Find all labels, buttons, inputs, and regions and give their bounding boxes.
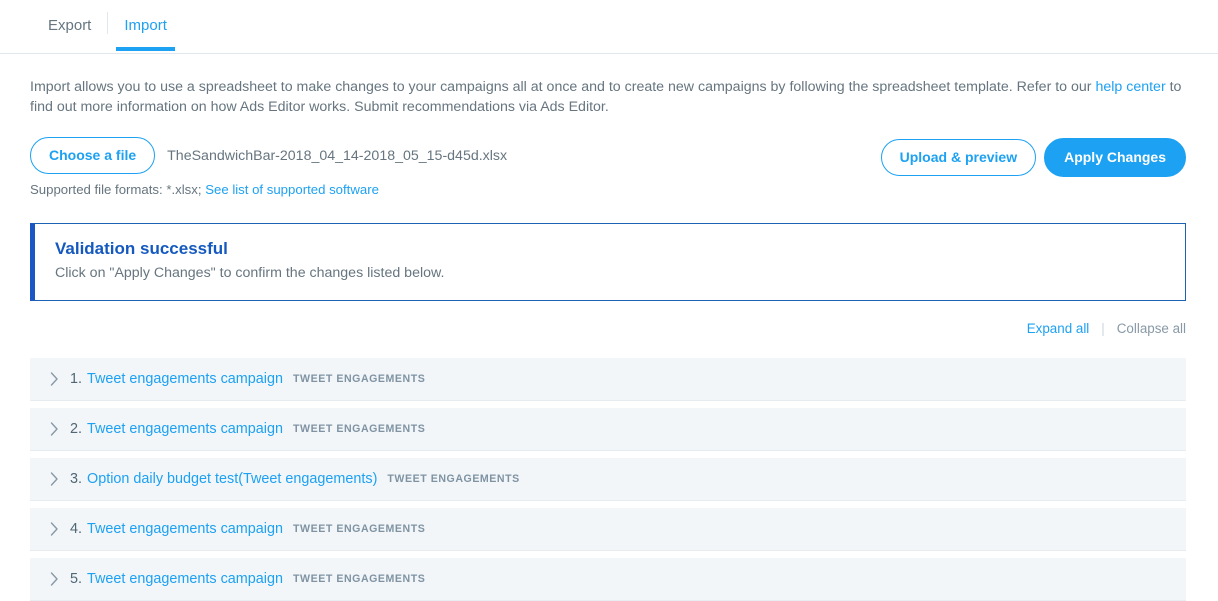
campaign-row-objective: TWEET ENGAGEMENTS (293, 423, 426, 435)
help-center-link[interactable]: help center (1095, 79, 1165, 95)
expand-collapse-controls: Expand all | Collapse all (30, 321, 1186, 336)
campaign-list: 1. Tweet engagements campaign TWEET ENGAGE… (30, 358, 1186, 601)
chevron-right-icon[interactable] (46, 521, 62, 537)
validation-banner-title: Validation successful (55, 239, 228, 258)
supported-formats-text: Supported file formats: *.xlsx; (30, 182, 206, 197)
campaign-row-name[interactable]: Option daily budget test(Tweet engagemen… (87, 471, 377, 487)
action-buttons: Upload & preview Apply Changes (880, 137, 1186, 177)
validation-banner: Validation successful Click on "Apply Ch… (30, 223, 1186, 301)
choose-file-button[interactable]: Choose a file (30, 137, 156, 174)
intro-paragraph: Import allows you to use a spreadsheet t… (30, 77, 1186, 117)
intro-text-part1: Import allows you to use a spreadsheet t… (30, 79, 1096, 95)
campaign-row-number: 4. (70, 521, 83, 537)
campaign-row-number: 3. (70, 471, 83, 487)
campaign-row-objective: TWEET ENGAGEMENTS (387, 473, 520, 485)
tab-export[interactable]: Export (32, 0, 107, 50)
campaign-row[interactable]: 5. Tweet engagements campaign TWEET ENGAGE… (30, 558, 1186, 601)
campaign-row[interactable]: 2. Tweet engagements campaign TWEET ENGAGE… (30, 408, 1186, 451)
campaign-row-name[interactable]: Tweet engagements campaign (87, 371, 283, 387)
apply-changes-button[interactable]: Apply Changes (1044, 138, 1186, 177)
campaign-row[interactable]: 1. Tweet engagements campaign TWEET ENGAGE… (30, 358, 1186, 401)
campaign-row-number: 1. (70, 371, 83, 387)
selected-filename: TheSandwichBar-2018_04_14-2018_05_15-d45… (167, 147, 508, 164)
chevron-right-icon[interactable] (46, 571, 62, 587)
collapse-all-link[interactable]: Collapse all (1117, 321, 1186, 336)
campaign-row-name[interactable]: Tweet engagements campaign (87, 521, 283, 537)
campaign-row-number: 2. (70, 421, 83, 437)
expand-all-link[interactable]: Expand all (1027, 321, 1090, 336)
tab-import[interactable]: Import (108, 0, 183, 51)
campaign-row-objective: TWEET ENGAGEMENTS (293, 523, 426, 535)
supported-formats: Supported file formats: *.xlsx; See list… (30, 182, 507, 197)
chevron-right-icon[interactable] (46, 371, 62, 387)
campaign-row-name[interactable]: Tweet engagements campaign (87, 421, 283, 437)
supported-software-link[interactable]: See list of supported software (205, 182, 379, 197)
tab-bar: Export Import (0, 0, 1218, 54)
campaign-row-number: 5. (70, 571, 83, 587)
chevron-right-icon[interactable] (46, 471, 62, 487)
campaign-row[interactable]: 4. Tweet engagements campaign TWEET ENGAGE… (30, 508, 1186, 551)
validation-banner-subtitle: Click on "Apply Changes" to confirm the … (55, 265, 445, 281)
chevron-right-icon[interactable] (46, 421, 62, 437)
campaign-row-name[interactable]: Tweet engagements campaign (87, 571, 283, 587)
campaign-row[interactable]: 3. Option daily budget test(Tweet engagem… (30, 458, 1186, 501)
upload-preview-button[interactable]: Upload & preview (880, 139, 1037, 176)
file-upload-row: Choose a file TheSandwichBar-2018_04_14-… (30, 137, 1186, 197)
file-picker: Choose a file TheSandwichBar-2018_04_14-… (30, 137, 507, 174)
campaign-row-objective: TWEET ENGAGEMENTS (293, 573, 426, 585)
file-chooser-group: Choose a file TheSandwichBar-2018_04_14-… (30, 137, 507, 197)
expand-collapse-divider: | (1101, 321, 1105, 336)
campaign-row-objective: TWEET ENGAGEMENTS (293, 373, 426, 385)
